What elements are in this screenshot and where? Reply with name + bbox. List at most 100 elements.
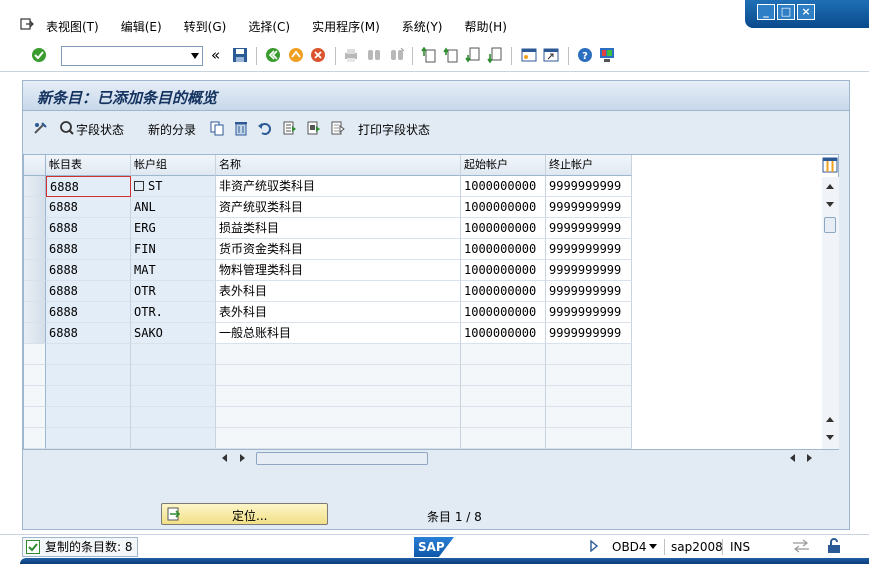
delete-icon[interactable] xyxy=(233,120,249,136)
empty-cell[interactable] xyxy=(216,386,461,407)
row-selector[interactable] xyxy=(24,428,46,449)
empty-cell[interactable] xyxy=(461,344,546,365)
scroll-left-icon[interactable] xyxy=(222,454,227,462)
horizontal-scrollbar[interactable] xyxy=(214,450,814,466)
scroll-page-up-icon[interactable] xyxy=(826,417,834,422)
from-account-cell[interactable]: 1000000000 xyxy=(461,239,546,260)
to-account-cell[interactable]: 9999999999 xyxy=(546,218,632,239)
vertical-scrollbar[interactable] xyxy=(822,177,839,449)
empty-cell[interactable] xyxy=(46,344,131,365)
expand-status-icon[interactable] xyxy=(589,540,599,552)
name-cell[interactable]: 资产统驭类科目 xyxy=(216,197,461,218)
row-selector[interactable] xyxy=(24,260,46,281)
name-cell[interactable]: 非资产统驭类科目 xyxy=(216,176,461,197)
account-group-cell[interactable]: ANL xyxy=(131,197,216,218)
help-icon[interactable]: ? xyxy=(577,47,593,63)
row-selector[interactable] xyxy=(24,239,46,260)
account-group-cell[interactable]: ERG xyxy=(131,218,216,239)
collapse-icon[interactable]: « xyxy=(211,46,220,64)
insert-mode[interactable]: INS xyxy=(730,540,750,554)
chart-of-accounts-cell[interactable]: 6888 xyxy=(46,218,131,239)
from-account-cell[interactable]: 1000000000 xyxy=(461,260,546,281)
to-account-cell[interactable]: 9999999999 xyxy=(546,323,632,344)
cancel-icon[interactable] xyxy=(310,47,326,63)
print-field-status-button[interactable]: 打印字段状态 xyxy=(358,121,430,138)
display-change-icon[interactable] xyxy=(33,120,49,136)
exit-icon[interactable] xyxy=(288,47,304,63)
empty-cell[interactable] xyxy=(216,365,461,386)
row-selector[interactable] xyxy=(24,344,46,365)
to-account-cell[interactable]: 9999999999 xyxy=(546,281,632,302)
menu-system[interactable]: 系统(Y) xyxy=(402,18,443,35)
empty-cell[interactable] xyxy=(461,428,546,449)
empty-cell[interactable] xyxy=(46,428,131,449)
customize-layout-icon[interactable] xyxy=(599,47,615,63)
empty-cell[interactable] xyxy=(131,344,216,365)
empty-cell[interactable] xyxy=(461,407,546,428)
empty-cell[interactable] xyxy=(216,344,461,365)
name-cell[interactable]: 表外科目 xyxy=(216,281,461,302)
scroll-down-icon[interactable] xyxy=(826,202,834,207)
horizontal-scroll-thumb[interactable] xyxy=(256,452,428,465)
field-status-button[interactable]: 字段状态 xyxy=(76,121,124,138)
account-group-cell[interactable]: MAT xyxy=(131,260,216,281)
column-header[interactable]: 帐目表 xyxy=(46,155,131,176)
empty-cell[interactable] xyxy=(131,386,216,407)
from-account-cell[interactable]: 1000000000 xyxy=(461,302,546,323)
scroll-page-left-icon[interactable] xyxy=(790,454,795,462)
empty-cell[interactable] xyxy=(546,365,632,386)
column-header[interactable]: 起始帐户 xyxy=(461,155,546,176)
name-cell[interactable]: 一般总账科目 xyxy=(216,323,461,344)
row-selector[interactable] xyxy=(24,176,46,197)
back-icon[interactable] xyxy=(265,47,281,63)
chart-of-accounts-cell[interactable]: 6888 xyxy=(46,323,131,344)
row-selector[interactable] xyxy=(24,197,46,218)
empty-cell[interactable] xyxy=(461,386,546,407)
status-message[interactable]: 复制的条目数: 8 xyxy=(22,537,138,557)
column-settings-icon[interactable] xyxy=(822,157,838,173)
to-account-cell[interactable]: 9999999999 xyxy=(546,239,632,260)
column-header[interactable]: 终止帐户 xyxy=(546,155,632,176)
scroll-right-icon[interactable] xyxy=(240,454,245,462)
last-page-icon[interactable] xyxy=(487,47,503,63)
name-cell[interactable]: 物料管理类科目 xyxy=(216,260,461,281)
maximize-button[interactable]: □ xyxy=(777,4,795,20)
command-dropdown-icon[interactable] xyxy=(191,53,199,59)
vertical-scroll-thumb[interactable] xyxy=(824,217,836,233)
close-button[interactable]: × xyxy=(797,4,815,20)
lock-icon[interactable] xyxy=(826,538,842,554)
position-button[interactable]: 定位... xyxy=(161,503,328,525)
minimize-button[interactable]: _ xyxy=(757,4,775,20)
account-group-cell[interactable]: SAKO xyxy=(131,323,216,344)
row-selector[interactable] xyxy=(24,323,46,344)
name-cell[interactable]: 表外科目 xyxy=(216,302,461,323)
chart-of-accounts-cell[interactable]: 6888 xyxy=(46,176,131,197)
select-block-icon[interactable] xyxy=(306,120,322,136)
menu-table-view[interactable]: 表视图(T) xyxy=(46,18,99,35)
account-group-cell[interactable]: FIN xyxy=(131,239,216,260)
undo-icon[interactable] xyxy=(257,120,273,136)
chart-of-accounts-cell[interactable]: 6888 xyxy=(46,281,131,302)
copy-icon[interactable] xyxy=(209,120,225,136)
select-all-column[interactable] xyxy=(24,155,46,176)
shortcut-icon[interactable] xyxy=(543,47,559,63)
empty-cell[interactable] xyxy=(131,428,216,449)
empty-cell[interactable] xyxy=(216,428,461,449)
scroll-page-right-icon[interactable] xyxy=(807,454,812,462)
name-cell[interactable]: 货币资金类科目 xyxy=(216,239,461,260)
first-page-icon[interactable] xyxy=(421,47,437,63)
menu-exit-icon[interactable] xyxy=(20,17,34,31)
session-dropdown-icon[interactable] xyxy=(649,544,657,549)
menu-selection[interactable]: 选择(C) xyxy=(248,18,290,35)
empty-cell[interactable] xyxy=(546,407,632,428)
menu-help[interactable]: 帮助(H) xyxy=(465,18,507,35)
empty-cell[interactable] xyxy=(46,386,131,407)
empty-cell[interactable] xyxy=(546,344,632,365)
chart-of-accounts-cell[interactable]: 6888 xyxy=(46,197,131,218)
menu-utilities[interactable]: 实用程序(M) xyxy=(312,18,380,35)
empty-cell[interactable] xyxy=(216,407,461,428)
save-icon[interactable] xyxy=(232,47,248,63)
row-selector[interactable] xyxy=(24,386,46,407)
empty-cell[interactable] xyxy=(546,428,632,449)
row-selector[interactable] xyxy=(24,365,46,386)
